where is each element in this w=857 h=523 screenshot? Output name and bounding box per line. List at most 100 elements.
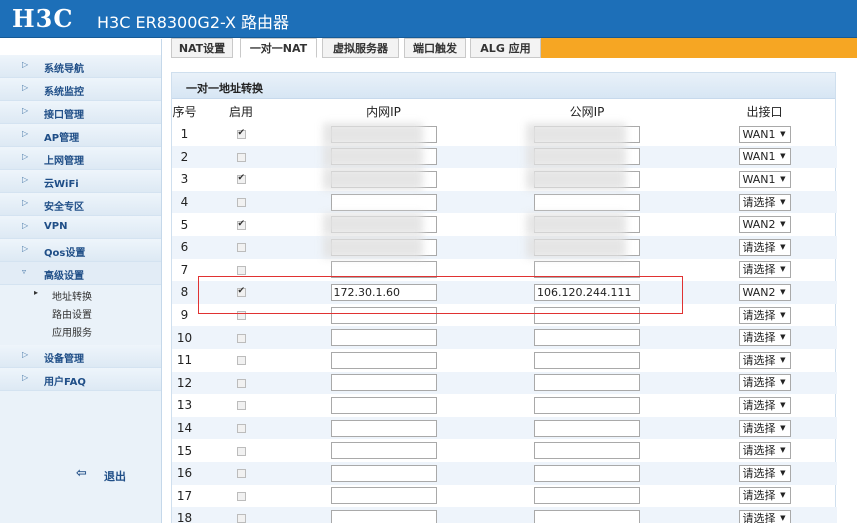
public-ip-input[interactable] <box>534 464 640 482</box>
chevron-right-icon: ▷ <box>22 152 29 161</box>
enable-checkbox[interactable] <box>236 446 246 456</box>
panel-title: 一对一地址转换 <box>172 73 835 99</box>
public-ip-input[interactable]: 106.120.244.111 <box>534 283 640 301</box>
inner-ip-input[interactable] <box>330 396 437 414</box>
sidebar-subitem[interactable]: 路由设置 <box>0 303 161 321</box>
public-ip-input[interactable] <box>534 193 640 211</box>
interface-select[interactable]: 请选择 ▼ <box>738 374 791 392</box>
enable-checkbox[interactable] <box>236 469 246 479</box>
enable-checkbox[interactable] <box>236 401 246 411</box>
inner-ip-input[interactable]: 172.30.1.60 <box>330 283 437 301</box>
inner-ip-input[interactable] <box>330 306 437 324</box>
inner-ip-input[interactable] <box>330 261 437 279</box>
inner-ip-input[interactable] <box>330 419 437 437</box>
tab-virtual-server[interactable]: 虚拟服务器 <box>322 38 399 58</box>
public-ip-input[interactable] <box>534 487 640 505</box>
public-ip-input[interactable] <box>534 374 640 392</box>
sidebar-item[interactable]: ▷ Qos设置 <box>0 239 161 262</box>
redaction-blur <box>526 145 626 168</box>
interface-select[interactable]: WAN1 ▼ <box>738 170 791 188</box>
inner-ip-input[interactable] <box>330 487 437 505</box>
interface-select[interactable]: 请选择 ▼ <box>738 351 791 369</box>
inner-ip-input[interactable] <box>330 374 437 392</box>
enable-checkbox[interactable] <box>236 286 246 298</box>
enable-checkbox[interactable] <box>236 333 246 343</box>
enable-checkbox[interactable] <box>236 265 246 275</box>
sidebar-item[interactable]: ▷ 安全专区 <box>0 193 161 216</box>
sidebar-item[interactable]: ▷ 系统监控 <box>0 78 161 101</box>
inner-ip-input[interactable] <box>330 351 437 369</box>
interface-select[interactable]: WAN2 ▼ <box>738 283 791 301</box>
inner-ip-input[interactable] <box>330 193 437 211</box>
enable-checkbox[interactable] <box>236 152 246 162</box>
interface-select[interactable]: WAN2 ▼ <box>738 216 791 234</box>
interface-cell: 请选择 ▼ <box>692 326 837 349</box>
interface-select[interactable]: 请选择 ▼ <box>738 238 791 256</box>
public-ip-input[interactable] <box>534 306 640 324</box>
interface-select-value: 请选择 <box>742 398 776 412</box>
tab-bar: NAT设置 一对一NAT 虚拟服务器 端口触发 ALG 应用 <box>171 38 857 59</box>
inner-ip-input[interactable] <box>330 329 437 347</box>
public-ip-input[interactable] <box>534 261 640 279</box>
inner-ip-cell <box>285 235 482 259</box>
enable-checkbox[interactable] <box>236 491 246 501</box>
enable-checkbox[interactable] <box>236 424 246 434</box>
interface-select[interactable]: 请选择 ▼ <box>738 193 791 211</box>
interface-select[interactable]: 请选择 ▼ <box>738 329 791 347</box>
public-ip-input[interactable] <box>534 351 640 369</box>
row-enabled-cell <box>197 394 285 417</box>
tab-nat-settings[interactable]: NAT设置 <box>171 38 233 58</box>
tab-one-to-one-nat[interactable]: 一对一NAT <box>240 38 317 58</box>
enable-checkbox[interactable] <box>236 514 246 523</box>
sidebar-subitem[interactable]: ▸ 地址转换 <box>0 285 161 303</box>
enable-checkbox[interactable] <box>236 173 246 185</box>
interface-select[interactable]: 请选择 ▼ <box>738 306 791 324</box>
sidebar-item[interactable]: ▷ 云WiFi <box>0 170 161 193</box>
enable-checkbox[interactable] <box>236 128 246 140</box>
enable-checkbox[interactable] <box>236 219 246 230</box>
inner-ip-input[interactable] <box>330 509 437 523</box>
inner-ip-input[interactable] <box>330 464 437 482</box>
sidebar-subitem-label: 路由设置 <box>52 310 92 321</box>
interface-select[interactable]: 请选择 ▼ <box>738 464 791 482</box>
sidebar-item[interactable]: ▷ 接口管理 <box>0 101 161 124</box>
interface-select[interactable]: WAN1 ▼ <box>738 125 791 143</box>
sidebar-item[interactable]: ▷ AP管理 <box>0 124 161 147</box>
interface-select-value: 请选择 <box>742 376 776 390</box>
interface-select[interactable]: 请选择 ▼ <box>738 396 791 414</box>
tab-port-trigger[interactable]: 端口触发 <box>404 38 466 58</box>
table-row: 3 WAN1 ▼ <box>172 167 837 191</box>
sidebar-item[interactable]: ▷ 用户FAQ <box>0 368 161 391</box>
public-ip-input[interactable] <box>534 396 640 414</box>
interface-select[interactable]: WAN1 ▼ <box>738 148 791 166</box>
enable-checkbox[interactable] <box>236 378 246 388</box>
sidebar-item-label: 上网管理 <box>44 156 84 167</box>
sidebar-item[interactable]: ▷ 设备管理 <box>0 345 161 368</box>
sidebar-item[interactable]: ▿ 高级设置 <box>0 262 161 285</box>
public-ip-input[interactable] <box>534 419 640 437</box>
interface-cell: WAN2 ▼ <box>692 213 837 236</box>
public-ip-cell <box>482 394 692 417</box>
sidebar-subitem-label: 地址转换 <box>52 292 92 303</box>
sidebar-item[interactable]: ▷ VPN <box>0 216 161 239</box>
sidebar-item[interactable]: ▷ 系统导航 <box>0 55 161 78</box>
row-number: 6 <box>172 235 197 259</box>
interface-select[interactable]: 请选择 ▼ <box>738 419 791 437</box>
interface-select[interactable]: 请选择 ▼ <box>738 261 791 279</box>
public-ip-input[interactable] <box>534 509 640 523</box>
inner-ip-input[interactable] <box>330 442 437 460</box>
tab-alg[interactable]: ALG 应用 <box>470 38 541 58</box>
enable-checkbox[interactable] <box>236 311 246 321</box>
enable-checkbox[interactable] <box>236 356 246 366</box>
interface-select[interactable]: 请选择 ▼ <box>738 442 791 460</box>
public-ip-input[interactable] <box>534 442 640 460</box>
interface-select[interactable]: 请选择 ▼ <box>738 509 791 523</box>
interface-select[interactable]: 请选择 ▼ <box>738 487 791 505</box>
enable-checkbox[interactable] <box>236 243 246 253</box>
sidebar-subitem[interactable]: 应用服务 <box>0 321 161 339</box>
interface-cell: WAN1 ▼ <box>692 145 837 169</box>
caret-down-icon: ▼ <box>780 197 786 206</box>
enable-checkbox[interactable] <box>236 198 246 208</box>
sidebar-item[interactable]: ▷ 上网管理 <box>0 147 161 170</box>
public-ip-input[interactable] <box>534 329 640 347</box>
